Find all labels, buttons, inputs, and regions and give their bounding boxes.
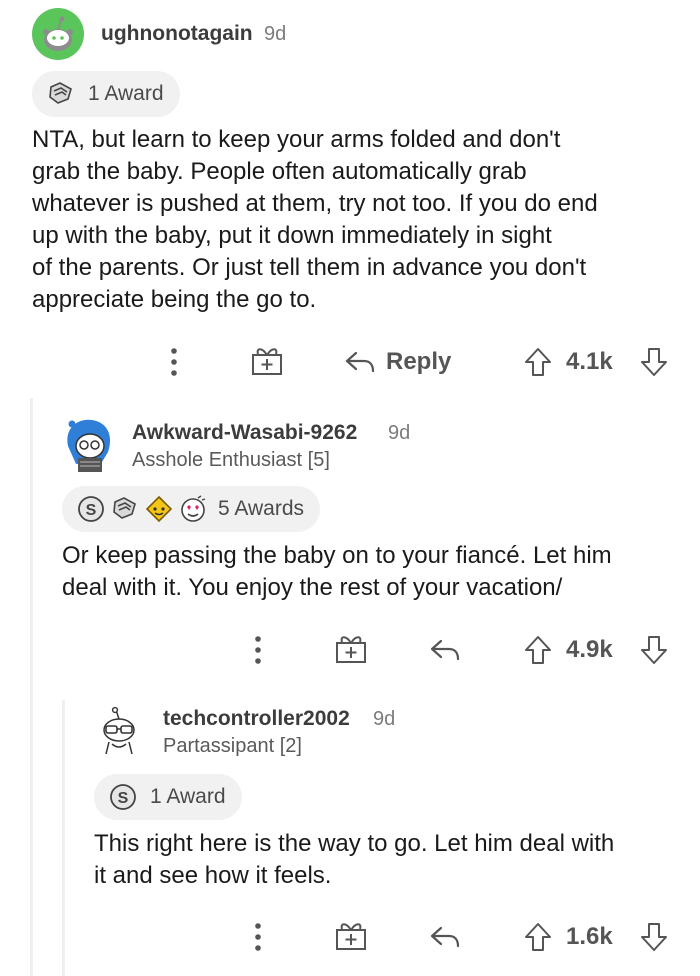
vote-score: 4.9k	[566, 636, 613, 663]
comment-body: This right here is the way to go. Let hi…	[94, 828, 694, 892]
comment-line: of the parents. Or just tell them in adv…	[32, 254, 587, 281]
upvote-arrow-icon	[525, 636, 551, 664]
silver-award-icon: S	[110, 784, 136, 810]
reply-button[interactable]	[428, 632, 462, 668]
reply-label: Reply	[386, 348, 452, 375]
vote-score: 4.1k	[566, 348, 613, 375]
upvote-arrow-icon	[525, 923, 551, 951]
reply-arrow-icon	[430, 639, 460, 661]
awards-pill[interactable]: S 1 Award	[94, 774, 242, 820]
more-options-button[interactable]	[162, 344, 186, 380]
username[interactable]: Awkward-Wasabi-9262	[132, 421, 357, 445]
comment-line: grab the baby. People often automaticall…	[32, 158, 527, 185]
gift-icon	[336, 923, 366, 950]
snoo-avatar-icon	[103, 706, 135, 755]
upvote-button[interactable]	[522, 632, 554, 668]
svg-text:S: S	[86, 502, 97, 519]
downvote-button[interactable]	[638, 344, 670, 380]
awards-pill[interactable]: S 5 Awards	[62, 486, 320, 532]
give-award-button[interactable]	[332, 918, 370, 954]
gift-icon	[336, 636, 366, 663]
downvote-button[interactable]	[638, 632, 670, 668]
give-award-button[interactable]	[332, 631, 370, 667]
snoo-avatar-icon	[67, 419, 111, 472]
downvote-button[interactable]	[638, 919, 670, 955]
silver-award-icon: S	[78, 496, 104, 522]
comment-age: 9d	[388, 422, 411, 444]
more-options-button[interactable]	[246, 632, 270, 668]
snoo-avatar-icon	[43, 16, 73, 51]
award-count-label: 1 Award	[88, 82, 164, 105]
comment-line: This right here is the way to go. Let hi…	[94, 830, 615, 857]
awards-pill[interactable]: 1 Award	[32, 71, 180, 117]
more-vertical-icon	[255, 636, 261, 664]
reply-button[interactable]: Reply	[344, 344, 451, 380]
comment-line: it and see how it feels.	[94, 862, 332, 889]
comment-line: Or keep passing the baby on to your fian…	[62, 542, 612, 569]
handshake-award-icon	[113, 497, 136, 519]
avatar[interactable]	[32, 8, 84, 60]
avatar[interactable]	[94, 706, 144, 758]
award-count-label: 1 Award	[150, 785, 226, 808]
award-count-label: 5 Awards	[218, 497, 304, 520]
comment-line: deal with it. You enjoy the rest of your…	[62, 574, 563, 601]
user-flair: Asshole Enthusiast [5]	[132, 449, 330, 471]
heart-eyes-award-icon	[181, 495, 206, 522]
svg-text:S: S	[118, 790, 129, 807]
more-vertical-icon	[171, 348, 177, 376]
user-flair: Partassipant [2]	[163, 735, 302, 757]
more-vertical-icon	[255, 923, 261, 951]
comment-age: 9d	[373, 708, 396, 730]
thread-line-level-2[interactable]	[62, 700, 65, 976]
gift-icon	[252, 348, 282, 375]
comment-line: appreciate being the go to.	[32, 286, 317, 313]
give-award-button[interactable]	[248, 343, 286, 379]
reply-button[interactable]	[428, 919, 462, 955]
wholesome-award-icon	[145, 495, 173, 523]
comment-line: whatever is pushed at them, try not too.…	[32, 190, 598, 217]
comment-body: Or keep passing the baby on to your fian…	[62, 540, 692, 604]
downvote-arrow-icon	[641, 636, 667, 664]
username[interactable]: ughnonotagain	[101, 22, 253, 46]
comment-body: NTA, but learn to keep your arms folded …	[32, 124, 682, 316]
upvote-button[interactable]	[522, 344, 554, 380]
username[interactable]: techcontroller2002	[163, 707, 350, 731]
handshake-award-icon	[49, 82, 72, 104]
reply-arrow-icon	[430, 926, 460, 948]
upvote-button[interactable]	[522, 919, 554, 955]
vote-score: 1.6k	[566, 923, 613, 950]
comment-line: up with the baby, put it down immediatel…	[32, 222, 552, 249]
comment-line: NTA, but learn to keep your arms folded …	[32, 126, 561, 153]
comment-age: 9d	[264, 23, 287, 45]
thread-line-level-1[interactable]	[30, 398, 33, 976]
downvote-arrow-icon	[641, 923, 667, 951]
more-options-button[interactable]	[246, 919, 270, 955]
reply-arrow-icon	[345, 351, 375, 373]
avatar[interactable]	[62, 416, 116, 474]
upvote-arrow-icon	[525, 348, 551, 376]
downvote-arrow-icon	[641, 348, 667, 376]
